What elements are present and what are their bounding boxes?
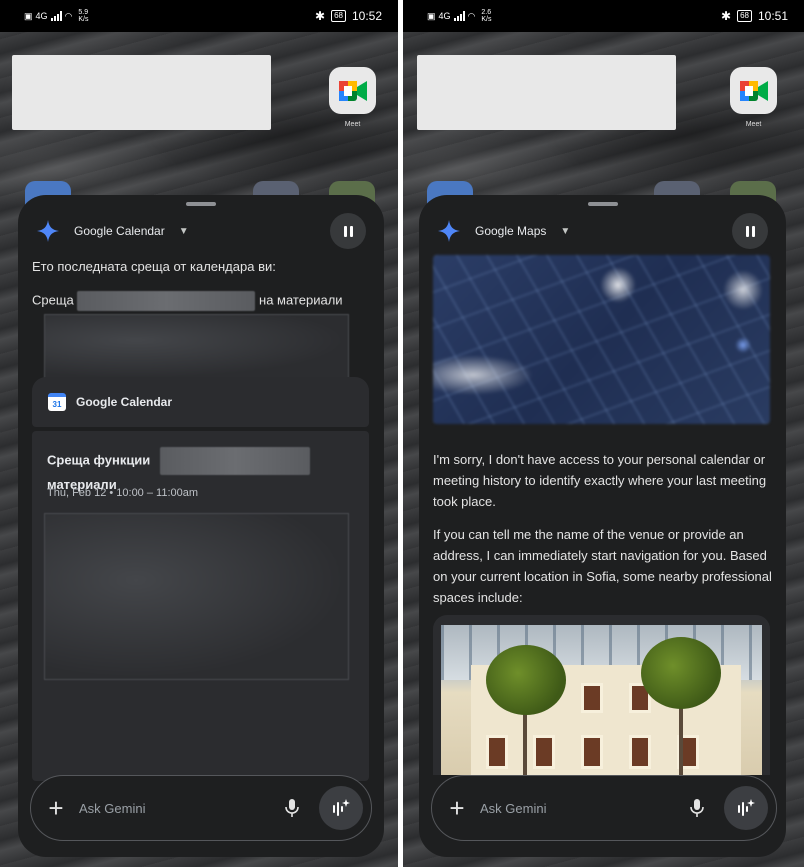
meeting-title: Среща на материали: [32, 291, 372, 311]
clock: 10:51: [757, 9, 788, 23]
live-waveform-icon: [333, 799, 350, 816]
microphone-icon[interactable]: [690, 798, 704, 818]
app-name: Google Calendar: [74, 224, 165, 238]
right-phone-screen: ▣ 4G ◠ 2.6 K/s ✱ 68 10:51 Meet Google Map…: [403, 0, 804, 867]
bluetooth-icon: ✱: [315, 9, 326, 23]
sheet-header: Google Maps ▼: [419, 213, 786, 249]
gemini-sheet: Google Maps ▼ I'm sorry, I don't have ac…: [419, 195, 786, 857]
status-bar: ▣ 4G ◠ 2.6 K/s ✱ 68 10:51: [403, 0, 804, 32]
network-type: 4G: [35, 11, 48, 21]
drag-handle[interactable]: [587, 202, 618, 206]
pause-button[interactable]: [330, 213, 366, 249]
place-photo: [441, 625, 762, 775]
status-right: ✱ 68 10:52: [315, 9, 382, 23]
nfc-icon: ▣: [427, 10, 436, 21]
status-bar: ▣ 4G ◠ 5.9 K/s ✱ 68 10:52: [0, 0, 398, 32]
gemini-spark-icon: [438, 220, 460, 242]
gemini-live-button[interactable]: [724, 786, 768, 830]
response-paragraph: I'm sorry, I don't have access to your p…: [433, 452, 767, 509]
event-card[interactable]: Среща функции материали Thu, Feb 12 • 10…: [32, 431, 369, 781]
blurred-content: [44, 314, 349, 379]
gemini-live-button[interactable]: [319, 786, 363, 830]
ask-input-bar[interactable]: + Ask Gemini: [30, 775, 372, 841]
meet-app-label: Meet: [745, 121, 762, 128]
chevron-down-icon[interactable]: ▼: [179, 226, 189, 237]
home-widget[interactable]: [12, 55, 271, 130]
network-speed: 5.9 K/s: [78, 9, 89, 23]
status-right: ✱ 68 10:51: [721, 9, 788, 23]
map-preview[interactable]: [433, 255, 770, 424]
network-speed: 2.6 K/s: [481, 9, 492, 23]
ask-input-bar[interactable]: + Ask Gemini: [431, 775, 777, 841]
gemini-spark-icon: [37, 220, 59, 242]
clock: 10:52: [351, 9, 382, 23]
add-icon[interactable]: +: [446, 793, 468, 824]
network-type: 4G: [438, 11, 451, 21]
add-icon[interactable]: +: [45, 793, 67, 824]
status-left: ▣ 4G ◠ 2.6 K/s: [427, 9, 492, 23]
event-title-start: Среща функции: [47, 452, 151, 468]
meet-app-icon[interactable]: [730, 67, 777, 114]
live-waveform-icon: [738, 799, 755, 816]
nfc-icon: ▣: [24, 10, 33, 21]
bluetooth-icon: ✱: [721, 9, 732, 23]
place-card[interactable]: [433, 615, 770, 775]
event-time: Thu, Feb 12 • 10:00 – 11:00am: [47, 487, 199, 499]
ask-input-placeholder[interactable]: Ask Gemini: [79, 801, 145, 816]
sheet-header: Google Calendar ▼: [18, 213, 384, 249]
status-left: ▣ 4G ◠ 5.9 K/s: [24, 9, 89, 23]
meet-app-icon[interactable]: [329, 67, 376, 114]
home-widget[interactable]: [417, 55, 676, 130]
chevron-down-icon[interactable]: ▼: [560, 226, 570, 237]
ask-input-placeholder[interactable]: Ask Gemini: [480, 801, 546, 816]
app-name: Google Maps: [475, 224, 547, 238]
redacted-text: [159, 447, 310, 475]
meet-app-label: Meet: [344, 121, 361, 128]
drag-handle[interactable]: [186, 202, 216, 206]
signal-icon: [453, 11, 465, 21]
battery-indicator: 68: [331, 10, 346, 22]
microphone-icon[interactable]: [285, 798, 299, 818]
meeting-suffix: на материали: [259, 292, 343, 308]
blurred-content: [44, 513, 349, 680]
redacted-text: [77, 291, 256, 311]
wifi-icon: ◠: [64, 10, 73, 21]
response-paragraph: If you can tell me the name of the venue…: [433, 527, 772, 605]
gemini-sheet: Google Calendar ▼ Ето последната среща о…: [18, 195, 384, 857]
left-phone-screen: ▣ 4G ◠ 5.9 K/s ✱ 68 10:52 Meet Google Cal…: [0, 0, 398, 867]
response-intro: Ето последната среща от календара ви:: [32, 259, 276, 274]
battery-indicator: 68: [737, 10, 752, 22]
calendar-card-title: Google Calendar: [76, 395, 173, 409]
wifi-icon: ◠: [467, 10, 476, 21]
calendar-card-header[interactable]: 31 Google Calendar: [32, 377, 369, 427]
pause-button[interactable]: [732, 213, 768, 249]
signal-icon: [50, 11, 62, 21]
calendar-icon: 31: [48, 393, 66, 411]
meeting-prefix: Среща: [32, 292, 74, 308]
